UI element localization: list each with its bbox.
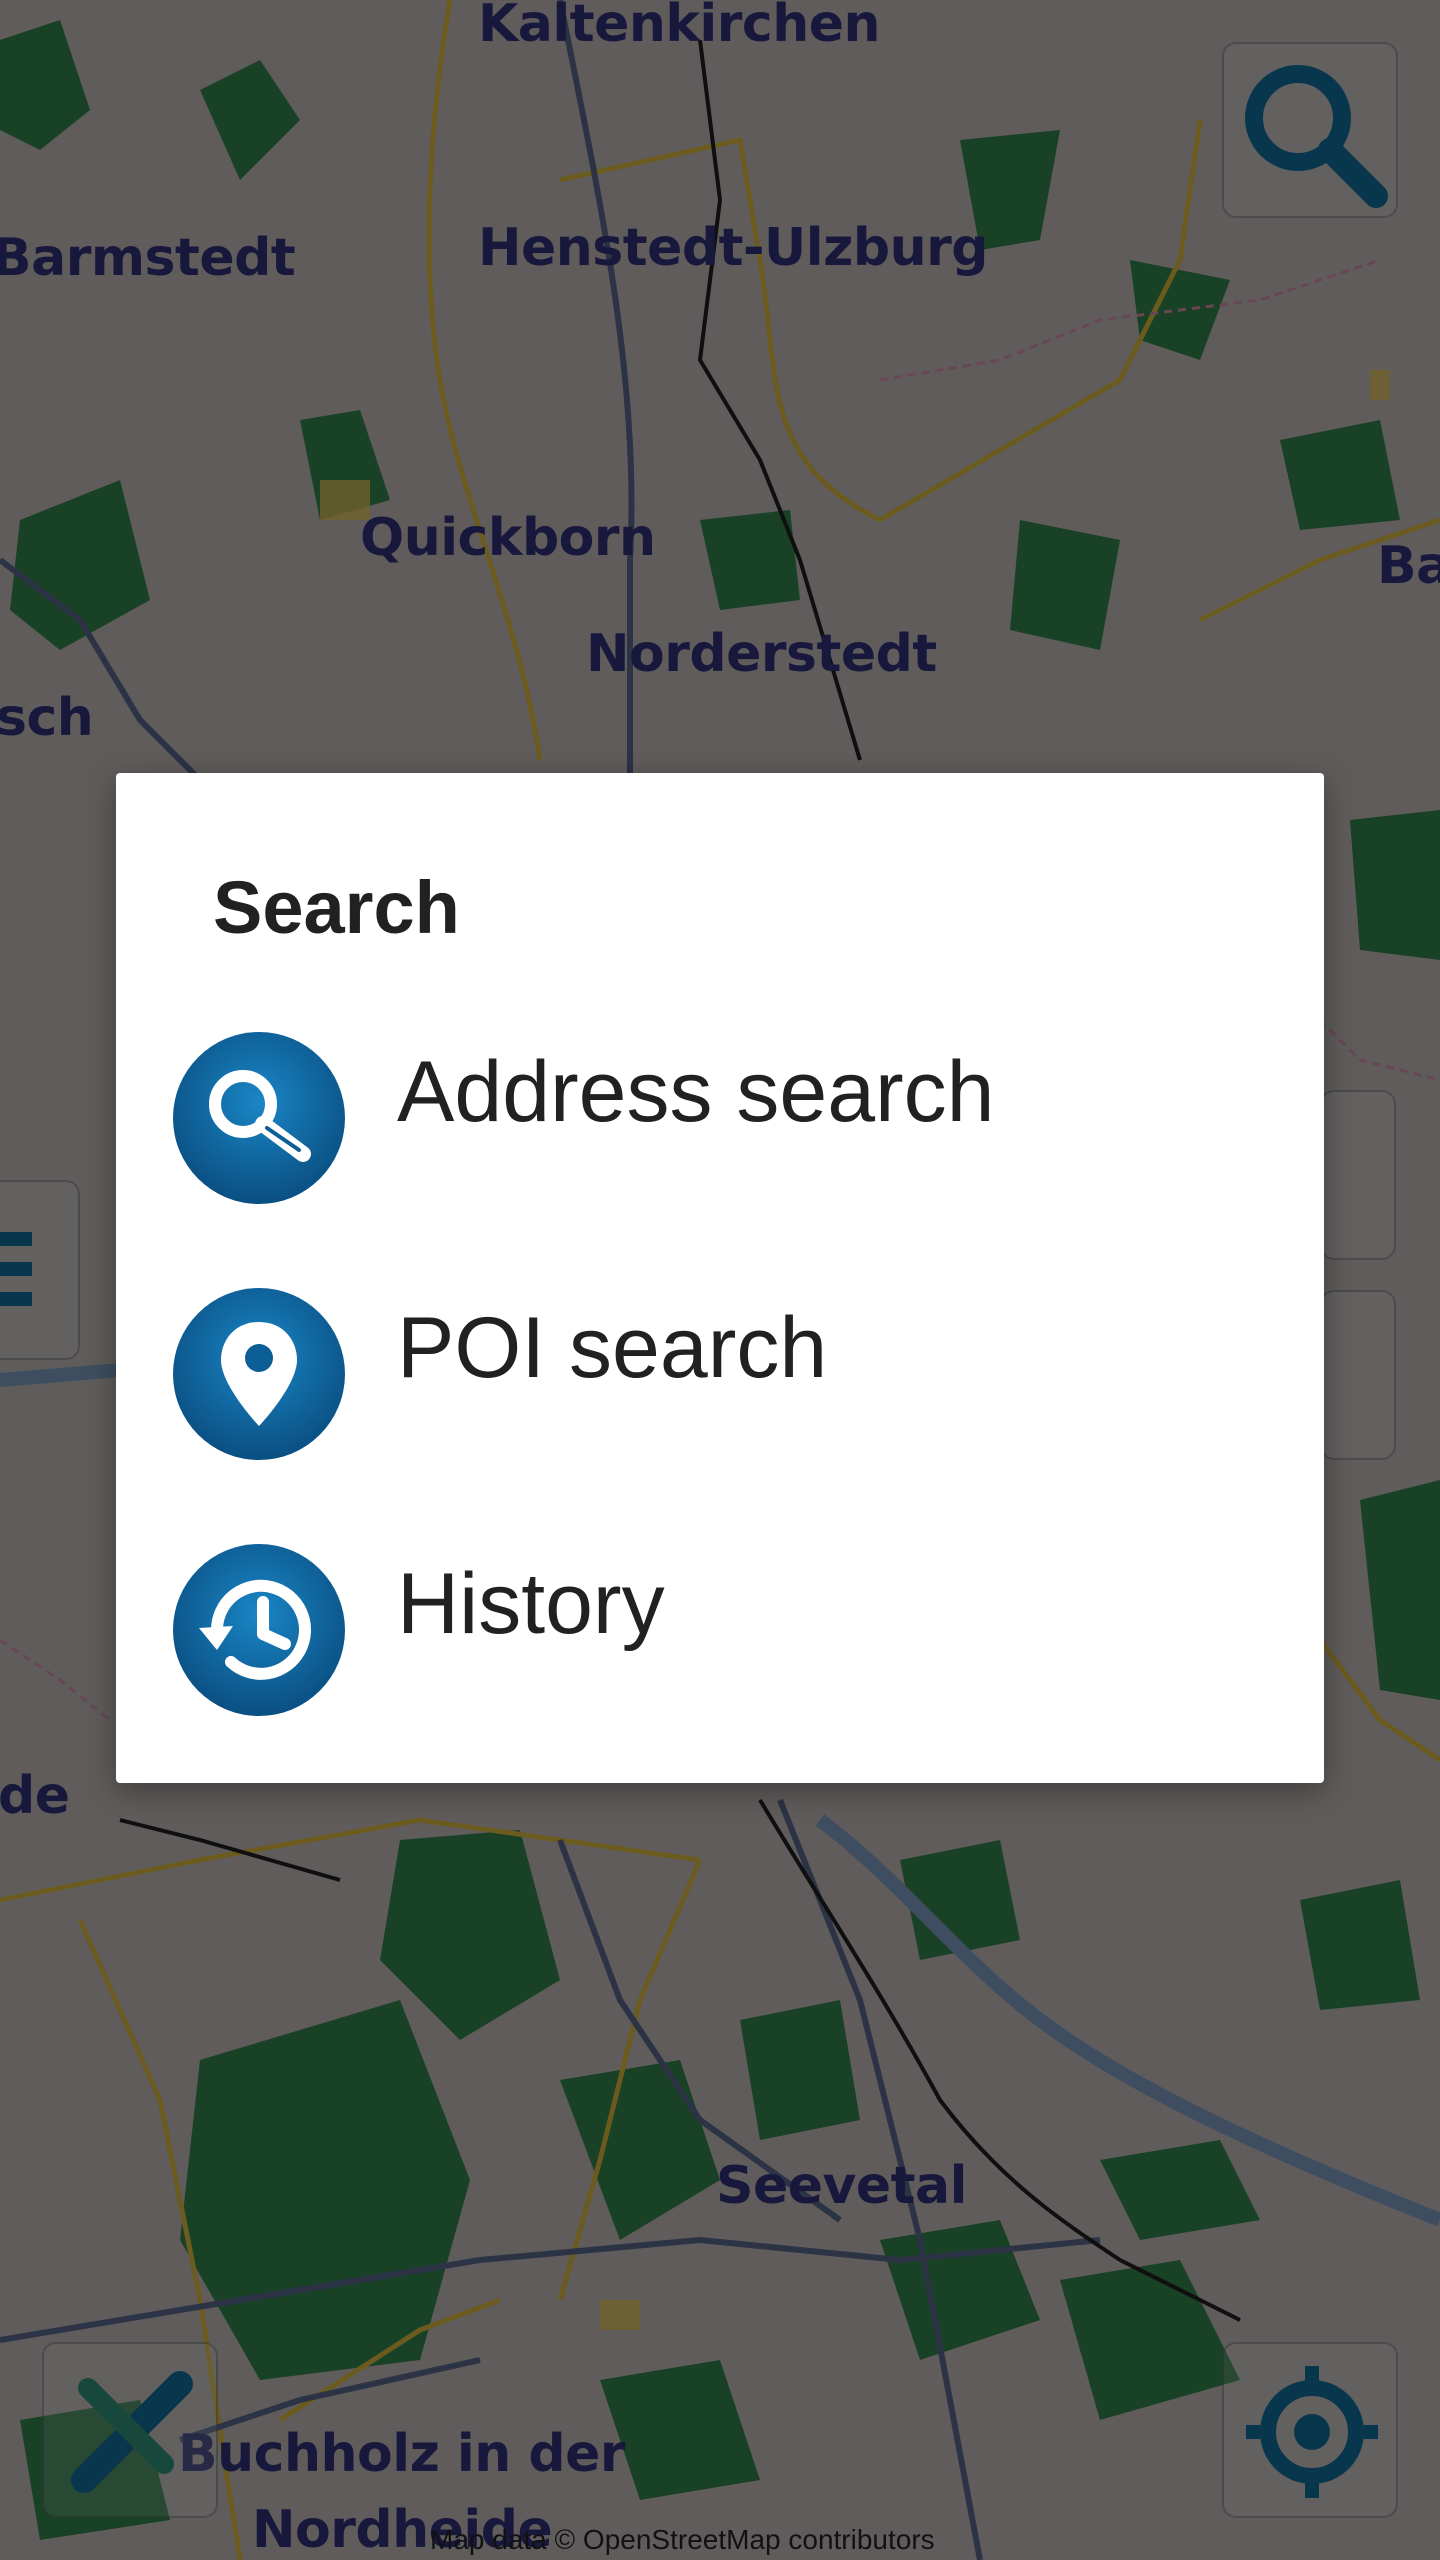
poi-search-option[interactable]: POI search xyxy=(116,1241,1324,1497)
history-icon xyxy=(173,1544,345,1716)
address-search-label: Address search xyxy=(397,1044,995,1140)
poi-search-label: POI search xyxy=(397,1300,828,1396)
magnifier-icon xyxy=(173,1032,345,1204)
dialog-title: Search xyxy=(213,866,460,949)
map-pin-icon xyxy=(173,1288,345,1460)
history-label: History xyxy=(397,1556,665,1652)
address-search-option[interactable]: Address search xyxy=(116,985,1324,1241)
search-dialog: Search Address search POI search History xyxy=(116,773,1324,1783)
history-option[interactable]: History xyxy=(116,1497,1324,1753)
